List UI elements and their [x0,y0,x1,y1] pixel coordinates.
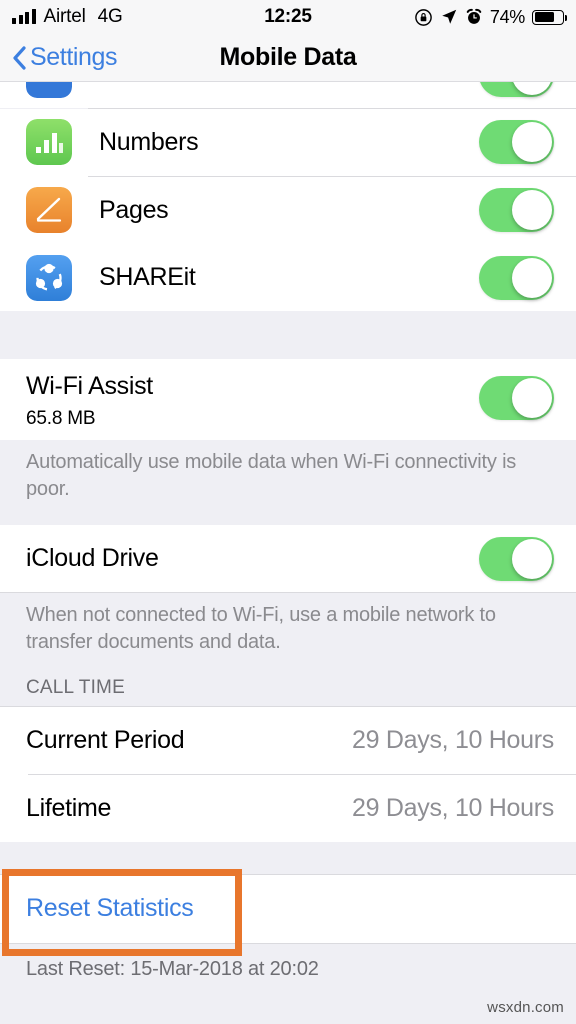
app-row-label: Pages [99,195,169,224]
settings-list: Numbers Pages SHAREit Wi-Fi Assist 65.8 … [0,82,576,981]
carrier-name: Airtel [43,6,86,27]
status-bar: Airtel 4G 12:25 74% [0,0,576,34]
watermark: wsxdn.com [487,999,564,1016]
last-reset-label: Last Reset: 15-Mar-2018 at 20:02 [0,943,576,981]
table-row[interactable] [0,82,576,108]
battery-icon [532,9,568,25]
call-time-row-lifetime[interactable]: Lifetime 29 Days, 10 Hours [0,774,576,842]
iphone-screen: Airtel 4G 12:25 74% Settings Mobile Data… [0,0,576,1024]
alarm-clock-icon [465,8,483,26]
app-row-numbers[interactable]: Numbers [0,108,576,176]
row-label: Lifetime [26,793,112,822]
reset-statistics-button[interactable]: Reset Statistics [26,894,194,923]
wifi-assist-section: Wi-Fi Assist 65.8 MB [0,359,576,441]
back-button-label: Settings [30,43,118,71]
toggle-switch-icloud-drive[interactable] [479,536,554,581]
app-row-label: Numbers [99,127,199,156]
toggle-switch-numbers[interactable] [479,120,554,165]
partial-app-row[interactable] [0,82,576,108]
icloud-drive-label: iCloud Drive [26,544,159,573]
back-button[interactable]: Settings [12,43,118,72]
status-bar-left: Airtel 4G [12,6,123,28]
signal-bars-icon [12,9,36,24]
rotation-lock-icon [414,8,433,27]
network-type-label: 4G [97,6,123,27]
toggle-switch-pages[interactable] [479,188,554,233]
row-label: Current Period [26,726,185,755]
icloud-drive-footer: When not connected to Wi-Fi, use a mobil… [0,593,576,656]
toggle-switch[interactable] [479,82,554,97]
chevron-left-icon [13,45,26,70]
app-row-label: SHAREit [99,263,196,292]
apps-section: Numbers Pages SHAREit [0,108,576,312]
location-arrow-icon [440,8,458,26]
wifi-assist-footer: Automatically use mobile data when Wi-Fi… [0,440,576,525]
reset-statistics-row[interactable]: Reset Statistics [0,874,576,943]
toggle-switch-shareit[interactable] [479,255,554,300]
pages-app-icon [26,187,72,234]
shareit-app-icon [26,254,72,301]
section-gap [0,841,576,874]
status-bar-right: 74% [414,6,568,28]
icloud-drive-row[interactable]: iCloud Drive [0,525,576,593]
row-value: 29 Days, 10 Hours [352,726,554,755]
icloud-drive-section: iCloud Drive [0,525,576,593]
wifi-assist-usage: 65.8 MB [26,408,96,430]
app-row-pages[interactable]: Pages [0,176,576,244]
call-time-section: Current Period 29 Days, 10 Hours Lifetim… [0,707,576,842]
row-value: 29 Days, 10 Hours [352,793,554,822]
battery-percentage: 74% [489,6,525,27]
partial-app-icon [26,82,72,98]
wifi-assist-row[interactable]: Wi-Fi Assist 65.8 MB [0,359,576,441]
numbers-app-icon [26,119,72,166]
call-time-row-current-period[interactable]: Current Period 29 Days, 10 Hours [0,707,576,775]
section-gap [0,311,576,360]
wifi-assist-label: Wi-Fi Assist [26,372,153,401]
app-row-shareit[interactable]: SHAREit [0,244,576,312]
toggle-switch-wifi-assist[interactable] [479,376,554,421]
navigation-bar: Settings Mobile Data [0,34,576,82]
call-time-header: CALL TIME [0,655,576,707]
